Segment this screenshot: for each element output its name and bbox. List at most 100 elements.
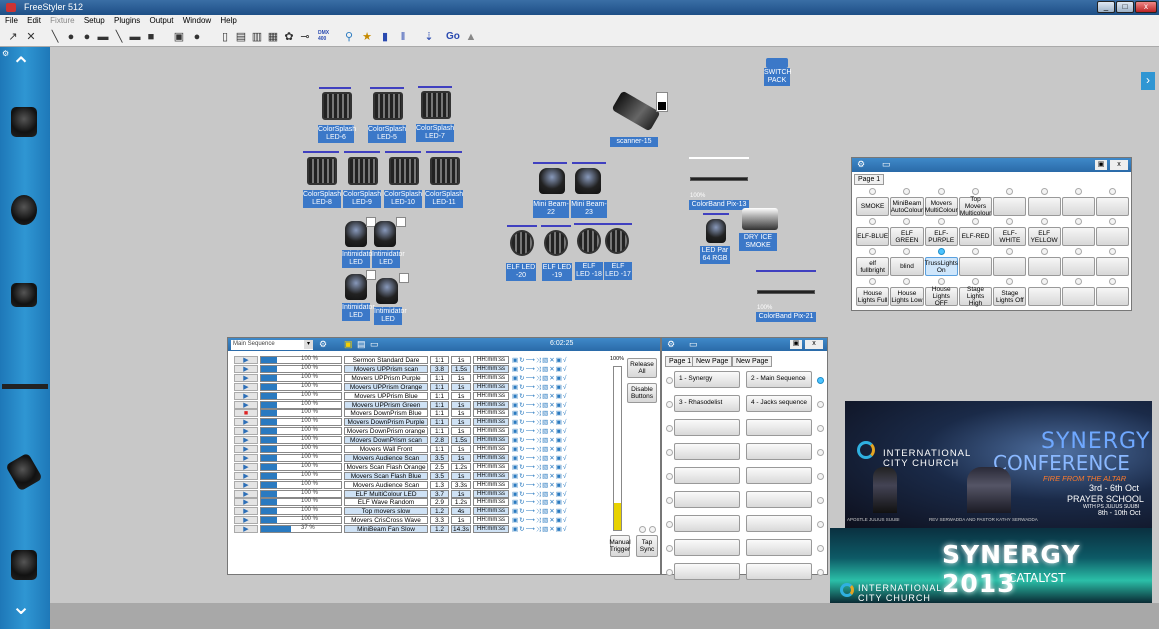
sequence-speed[interactable]: 3.5 [430, 453, 449, 462]
submaster-radio[interactable] [937, 278, 945, 285]
menu-fixture[interactable]: Fixture [50, 16, 74, 25]
fixture-label[interactable]: ColorSplash LED-6 [318, 125, 356, 143]
fixture-icon[interactable]: ● [64, 30, 78, 44]
chevron-down-icon[interactable]: ▾ [304, 340, 313, 349]
sequence-fade[interactable]: 1s [451, 409, 471, 418]
sequence-progress[interactable]: 100 % [260, 427, 342, 436]
submaster-button[interactable] [1096, 257, 1130, 276]
sequence-fade[interactable]: 1s [451, 418, 471, 427]
sequence-timecode[interactable]: HH:mm:ss [473, 525, 509, 534]
sequence-row[interactable]: ▶ 100 % Sermon Standard Dare 1:1 1s HH:mm:ss ▣… [234, 356, 614, 365]
mover-fixture[interactable] [376, 278, 398, 304]
sequence-controls-icon[interactable]: ▣↻⟶⤨▧✕▣√ [512, 445, 608, 453]
elf-fixture[interactable] [577, 228, 601, 254]
cue-radio[interactable] [666, 449, 673, 456]
option-radio[interactable] [639, 526, 646, 533]
scroll-up-icon[interactable]: ⌃ [11, 55, 31, 79]
settings-gear-icon[interactable]: ⚙ [2, 49, 9, 58]
spotlight-icon[interactable] [11, 283, 37, 307]
play-icon[interactable]: ▶ [234, 418, 258, 427]
play-icon[interactable]: ▶ [234, 516, 258, 525]
play-icon[interactable]: ▶ [234, 507, 258, 516]
sequence-timecode[interactable]: HH:mm:ss [473, 409, 509, 418]
submaster-button[interactable]: ELF-WHITE [993, 227, 1027, 246]
sequence-timecode[interactable]: HH:mm:ss [473, 373, 509, 382]
save-icon[interactable]: ▤ [357, 339, 366, 350]
cue-radio[interactable] [817, 521, 824, 528]
submaster-radio[interactable] [937, 248, 945, 255]
effects-icon[interactable]: ▮ [378, 30, 392, 44]
sequence-name[interactable]: Movers UPPrism scan [344, 364, 428, 373]
cue-radio[interactable] [817, 425, 824, 432]
sequence-speed[interactable]: 3.5 [430, 471, 449, 480]
circle-icon[interactable]: ● [190, 30, 204, 44]
sequence-row[interactable]: ▶ 37 % MiniBeam Fan Slow 1.2 14.3s HH:mm:ss ▣↻… [234, 525, 614, 534]
cue-button[interactable]: 3 - Rhasodelist [674, 395, 740, 412]
sequence-speed[interactable]: 2.5 [430, 462, 449, 471]
sequence-controls-icon[interactable]: ▣↻⟶⤨▧✕▣√ [512, 427, 608, 435]
sequence-controls-icon[interactable]: ▣↻⟶⤨▧✕▣√ [512, 481, 608, 489]
sequence-timecode[interactable]: HH:mm:ss [473, 418, 509, 427]
submaster-radio[interactable] [1040, 278, 1048, 285]
sequence-name[interactable]: Movers UPPrism Purple [344, 373, 428, 382]
sequence-fade[interactable]: 1s [451, 489, 471, 498]
submaster-radio[interactable] [869, 188, 876, 195]
sequence-controls-icon[interactable]: ▣↻⟶⤨▧✕▣√ [512, 401, 608, 409]
submaster-button[interactable]: ELF-RED [958, 227, 993, 246]
tab-new-page[interactable]: New Page [692, 356, 733, 367]
sequence-speed[interactable]: 1.3 [430, 480, 449, 489]
fixture-label[interactable]: Intimidator LED [342, 303, 375, 321]
fixture-label[interactable]: ColorSplash LED-9 [343, 190, 381, 208]
cue-button[interactable]: 1 - Synergy [674, 371, 740, 388]
sequence-name[interactable]: Movers UPPrism Orange [344, 382, 428, 391]
fixture-label[interactable]: Intimidator LED [342, 250, 375, 268]
submaster-button[interactable]: House Lights Low [890, 287, 924, 306]
sequence-speed[interactable]: 1:1 [430, 373, 449, 382]
par-fixture[interactable] [322, 92, 352, 120]
switch-pack-icon[interactable] [766, 58, 788, 68]
sequence-speed[interactable]: 1:1 [430, 356, 449, 364]
menu-output[interactable]: Output [149, 16, 173, 25]
submaster-button[interactable]: elf fullbright [856, 257, 890, 276]
led-bar-icon[interactable] [2, 384, 48, 389]
sequence-dropdown[interactable]: Main Sequence [231, 340, 313, 350]
play-icon[interactable]: ▶ [234, 373, 258, 382]
par-fixture[interactable] [373, 92, 403, 120]
cue-radio[interactable] [817, 545, 824, 552]
cue-button[interactable] [746, 467, 812, 484]
play-icon[interactable]: ▶ [234, 436, 258, 445]
submaster-button[interactable] [1061, 257, 1096, 276]
play-icon[interactable]: ▶ [234, 445, 258, 453]
sequence-row[interactable]: ▶ 100 % Top movers slow 1.2 4s HH:mm:ss ▣↻⟶⤨▧✕… [234, 507, 614, 516]
maximize-button[interactable]: □ [1116, 1, 1134, 13]
sequence-name[interactable]: Sermon Standard Dare [344, 356, 428, 364]
sequence-fade[interactable]: 1s [451, 453, 471, 462]
cue-button[interactable]: 2 - Main Sequence [746, 371, 812, 388]
scroll-down-icon[interactable]: ⌄ [11, 595, 31, 619]
cue-button[interactable] [746, 419, 812, 436]
submaster-button[interactable] [1061, 287, 1096, 306]
submaster-radio[interactable] [1040, 188, 1048, 195]
sequence-speed[interactable]: 1:1 [430, 418, 449, 427]
disable-buttons-button[interactable]: Disable Buttons [627, 383, 657, 403]
par-can-icon[interactable] [11, 195, 37, 225]
mover-fixture[interactable] [374, 221, 396, 247]
minimize-button[interactable]: _ [1097, 1, 1115, 13]
open-icon[interactable]: ▭ [370, 339, 379, 350]
star-icon[interactable]: ★ [360, 30, 374, 44]
submaster-button[interactable] [1061, 197, 1096, 216]
play-icon[interactable]: ▶ [234, 364, 258, 373]
moving-head-icon[interactable] [11, 107, 37, 137]
sequence-speed[interactable]: 1.2 [430, 507, 449, 516]
sequence-fade[interactable]: 1s [451, 445, 471, 453]
submaster-radio[interactable] [869, 278, 876, 285]
submaster-radio[interactable] [1040, 218, 1048, 225]
submaster-radio[interactable] [1006, 188, 1014, 195]
submaster-radio[interactable] [903, 188, 911, 195]
sequence-row[interactable]: ▶ 100 % Movers UPPrism Green 1:1 1s HH:mm:ss ▣… [234, 400, 614, 410]
cue-radio[interactable] [817, 569, 824, 576]
sequence-timecode[interactable]: HH:mm:ss [473, 507, 509, 516]
tab-page1[interactable]: Page 1 [854, 174, 885, 185]
cue-radio[interactable] [817, 473, 824, 480]
sequence-name[interactable]: Movers Scan Flash Blue [344, 471, 428, 480]
